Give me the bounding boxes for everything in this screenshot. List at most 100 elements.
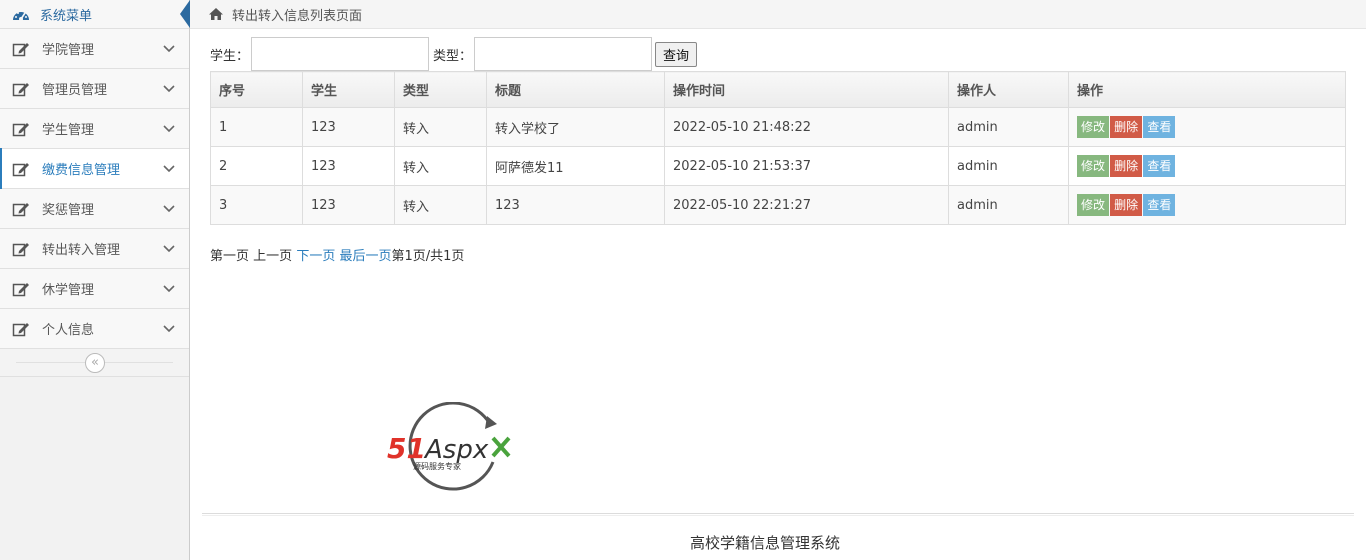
- cell-operator: admin: [948, 107, 1069, 147]
- last-page-link[interactable]: 最后一页: [339, 249, 391, 264]
- logo-brand-main: 51: [387, 432, 426, 465]
- chevron-down-icon: [163, 164, 175, 172]
- dashboard-icon: [13, 12, 29, 21]
- breadcrumb: 转出转入信息列表页面: [190, 0, 1366, 29]
- column-header: 学生: [302, 71, 395, 108]
- cell-actions: 修改 删除 查看: [1068, 107, 1346, 147]
- brand-logo: 51 Aspx 源码服务专家: [385, 401, 515, 494]
- cell-id: 3: [210, 185, 303, 225]
- sidebar-item-payments[interactable]: 缴费信息管理: [0, 148, 189, 189]
- home-icon: [209, 8, 223, 20]
- menu-pointer: [180, 0, 190, 28]
- sidebar-item-label: 个人信息: [42, 323, 95, 338]
- logo-graphic: 51 Aspx 源码服务专家: [387, 401, 511, 491]
- sidebar-item-label: 转出转入管理: [42, 243, 121, 258]
- edit-button[interactable]: 修改: [1077, 194, 1110, 216]
- view-button[interactable]: 查看: [1143, 116, 1176, 138]
- table-header-row: 序号 学生 类型 标题 操作时间 操作人 操作: [210, 71, 1346, 108]
- edit-button[interactable]: 修改: [1077, 116, 1110, 138]
- edit-button[interactable]: 修改: [1077, 155, 1110, 177]
- sidebar-item-transfer[interactable]: 转出转入管理: [0, 229, 189, 269]
- double-chevron-left-icon: «: [91, 355, 99, 370]
- next-page-link[interactable]: 下一页: [296, 249, 335, 264]
- edit-icon: [12, 161, 30, 177]
- column-header: 类型: [394, 71, 487, 108]
- cell-id: 1: [210, 107, 303, 147]
- chevron-down-icon: [163, 324, 175, 332]
- sidebar-item-admins[interactable]: 管理员管理: [0, 69, 189, 109]
- page-status: 第1页/共1页: [391, 249, 465, 264]
- chevron-down-icon: [163, 44, 175, 52]
- type-input[interactable]: [474, 37, 653, 71]
- search-form: 学生： 类型： 查询: [210, 37, 698, 71]
- chevron-down-icon: [163, 84, 175, 92]
- sidebar-item-label: 学院管理: [42, 43, 95, 58]
- query-button[interactable]: 查询: [655, 41, 698, 67]
- first-page-text: 第一页: [210, 249, 250, 264]
- cell-student: 123: [302, 107, 395, 147]
- cell-type: 转入: [394, 146, 487, 186]
- main-content: 转出转入信息列表页面 学生： 类型： 查询 序号 学生 类型 标题 操作时间 操…: [190, 0, 1366, 560]
- cell-title: 阿萨德发11: [486, 146, 665, 186]
- view-button[interactable]: 查看: [1143, 194, 1176, 216]
- edit-icon: [12, 41, 30, 57]
- footer-divider: [202, 513, 1354, 514]
- cell-operator: admin: [948, 146, 1069, 186]
- sidebar-item-label: 学生管理: [42, 123, 95, 138]
- footer-divider-shadow: [202, 515, 1354, 516]
- cell-time: 2022-05-10 21:48:22: [664, 107, 949, 147]
- menu-header-label: 系统菜单: [40, 8, 93, 24]
- collapse-sidebar-button[interactable]: «: [85, 353, 105, 373]
- delete-button[interactable]: 删除: [1110, 155, 1143, 177]
- sidebar: 系统菜单 学院管理 管理员管理 学生管理 缴费信息管理 奖惩管理 转出转入管理 …: [0, 0, 190, 560]
- logo-brand-rest: Aspx: [423, 435, 489, 465]
- column-header: 操作人: [948, 71, 1069, 108]
- chevron-down-icon: [163, 244, 175, 252]
- cell-operator: admin: [948, 185, 1069, 225]
- sidebar-item-leave[interactable]: 休学管理: [0, 269, 189, 309]
- view-button[interactable]: 查看: [1143, 155, 1176, 177]
- column-header: 序号: [210, 71, 303, 108]
- table-row: 3 123 转入 123 2022-05-10 22:21:27 admin 修…: [210, 185, 1346, 225]
- student-label: 学生：: [210, 48, 250, 64]
- sidebar-collapse-bar: «: [0, 349, 189, 377]
- sidebar-item-label: 缴费信息管理: [42, 163, 121, 178]
- edit-icon: [12, 321, 30, 337]
- breadcrumb-text: 转出转入信息列表页面: [232, 8, 363, 24]
- menu-header: 系统菜单: [0, 0, 190, 29]
- delete-button[interactable]: 删除: [1110, 116, 1143, 138]
- column-header: 操作时间: [664, 71, 949, 108]
- sidebar-item-label: 奖惩管理: [42, 203, 95, 218]
- transfer-table: 序号 学生 类型 标题 操作时间 操作人 操作 1 123 转入 转入学校了 2…: [210, 71, 1346, 225]
- edit-icon: [12, 201, 30, 217]
- sidebar-item-students[interactable]: 学生管理: [0, 109, 189, 149]
- type-label: 类型：: [433, 48, 473, 64]
- column-header: 操作: [1068, 71, 1346, 108]
- cell-student: 123: [302, 185, 395, 225]
- sidebar-item-label: 休学管理: [42, 283, 95, 298]
- chevron-down-icon: [163, 284, 175, 292]
- chevron-down-icon: [163, 204, 175, 212]
- table-row: 2 123 转入 阿萨德发11 2022-05-10 21:53:37 admi…: [210, 146, 1346, 186]
- sidebar-item-label: 管理员管理: [42, 83, 108, 98]
- column-header: 标题: [486, 71, 665, 108]
- edit-icon: [12, 121, 30, 137]
- cell-type: 转入: [394, 185, 487, 225]
- edit-icon: [12, 241, 30, 257]
- cell-time: 2022-05-10 21:53:37: [664, 146, 949, 186]
- sidebar-item-profile[interactable]: 个人信息: [0, 309, 189, 349]
- cell-title: 转入学校了: [486, 107, 665, 147]
- edit-icon: [12, 281, 30, 297]
- cell-type: 转入: [394, 107, 487, 147]
- edit-icon: [12, 81, 30, 97]
- prev-page-text: 上一页: [253, 249, 293, 264]
- sidebar-item-college[interactable]: 学院管理: [0, 29, 189, 69]
- delete-button[interactable]: 删除: [1110, 194, 1143, 216]
- cell-time: 2022-05-10 22:21:27: [664, 185, 949, 225]
- cell-actions: 修改 删除 查看: [1068, 146, 1346, 186]
- sidebar-item-rewards[interactable]: 奖惩管理: [0, 189, 189, 229]
- pagination: 第一页 上一页 下一页 最后一页第1页/共1页: [210, 245, 464, 264]
- table-row: 1 123 转入 转入学校了 2022-05-10 21:48:22 admin…: [210, 107, 1346, 147]
- student-input[interactable]: [251, 37, 430, 71]
- logo-tagline: 源码服务专家: [413, 461, 461, 471]
